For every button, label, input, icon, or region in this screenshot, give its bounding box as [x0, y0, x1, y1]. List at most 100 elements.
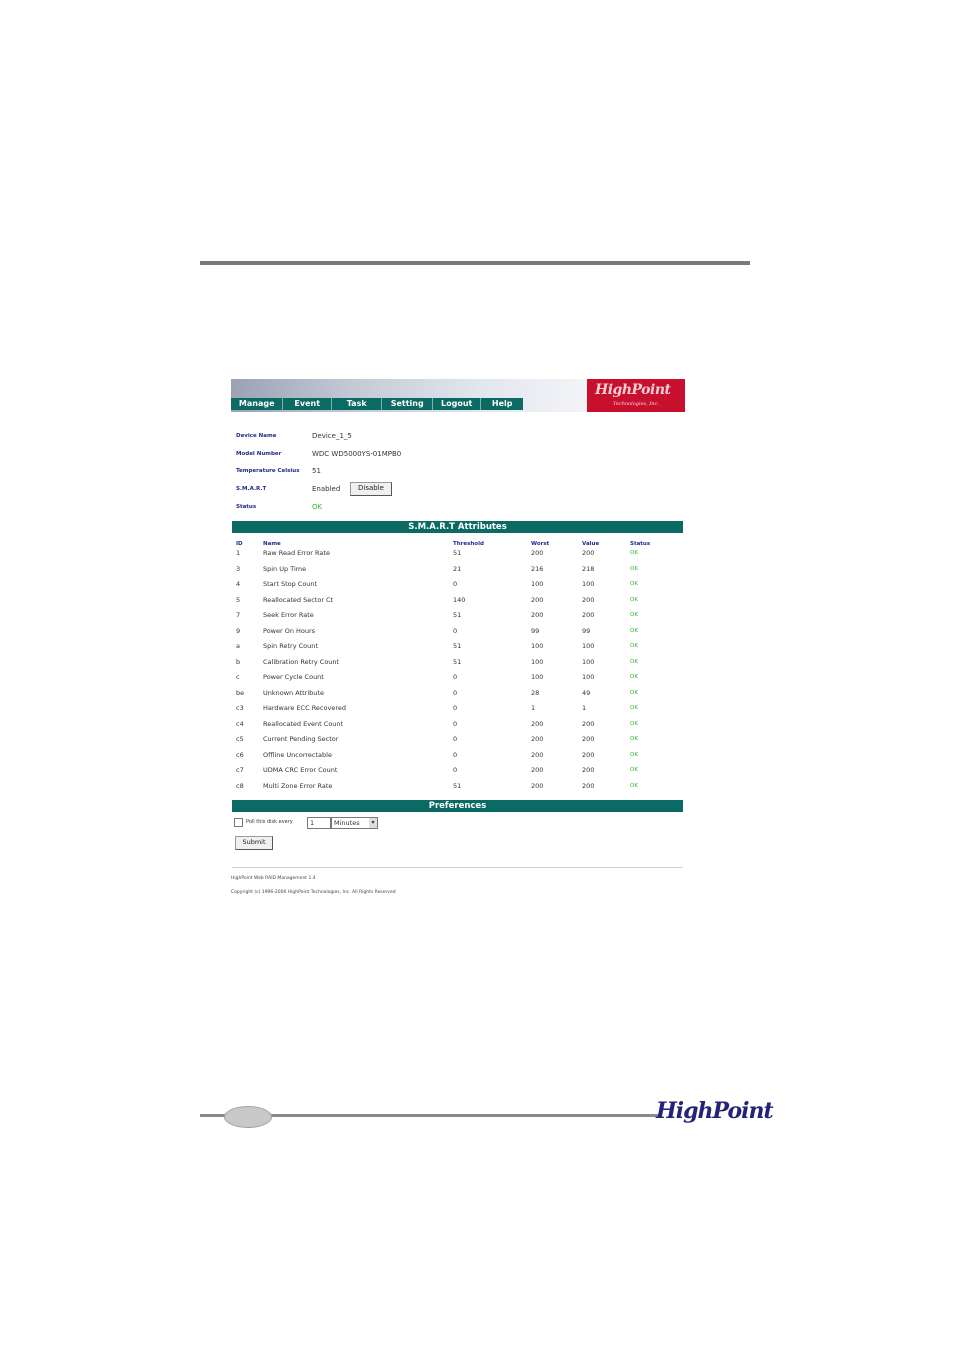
brand-logo: HighPoint Technologies, Inc. — [587, 379, 685, 412]
cell-value: 99 — [582, 626, 591, 635]
cell-name: Power Cycle Count — [263, 673, 324, 681]
device-name-value: Device_1_5 — [312, 432, 352, 440]
cell-value: 200 — [582, 595, 595, 604]
cell-id: c8 — [236, 781, 244, 790]
cell-value: 100 — [582, 642, 595, 650]
smart-table-body: 1 Raw Read Error Rate 51 200 200 OK 3 Spin Up T… — [232, 548, 683, 796]
cell-threshold: 0 — [453, 750, 458, 759]
cell-name: Reallocated Event Count — [263, 719, 344, 728]
table-row: a Spin Retry Count 51 100 100 OK — [232, 641, 683, 657]
cell-id: c — [236, 673, 240, 681]
disable-smart-button[interactable]: Disable — [350, 482, 392, 496]
cell-worst: 1 — [531, 704, 536, 712]
cell-worst: 200 — [531, 611, 544, 619]
cell-worst: 200 — [531, 781, 544, 790]
cell-name: Start Stop Count — [263, 580, 318, 588]
nav-setting[interactable]: Setting — [382, 398, 433, 410]
cell-status: OK — [630, 565, 638, 572]
cell-status: OK — [630, 689, 638, 696]
status-value: OK — [312, 503, 323, 511]
smart-attributes-header: S.M.A.R.T Attributes — [232, 521, 683, 533]
cell-name: Raw Read Error Rate — [263, 549, 330, 557]
table-row: 4 Start Stop Count 0 100 100 OK — [232, 579, 683, 595]
cell-worst: 200 — [531, 719, 544, 728]
cell-worst: 100 — [531, 657, 544, 666]
table-row: c4 Reallocated Event Count 0 200 200 OK — [232, 719, 683, 735]
model-number-label: Model Number — [236, 451, 282, 457]
cell-worst: 28 — [531, 688, 540, 697]
cell-status: OK — [630, 705, 638, 711]
table-row: c8 Multi Zone Error Rate 51 200 200 OK — [232, 781, 683, 797]
poll-unit-value: Minutes — [334, 819, 360, 827]
cell-worst: 200 — [531, 595, 544, 604]
smart-label: S.M.A.R.T — [236, 486, 267, 492]
cell-threshold: 0 — [453, 626, 458, 635]
nav-help[interactable]: Help — [481, 398, 523, 410]
table-row: c Power Cycle Count 0 100 100 OK — [232, 672, 683, 688]
cell-id: 1 — [236, 549, 241, 557]
cell-status: OK — [630, 782, 638, 789]
cell-threshold: 0 — [453, 766, 458, 774]
cell-threshold: 0 — [453, 688, 458, 697]
cell-name: Spin Retry Count — [263, 642, 318, 650]
cell-value: 218 — [582, 564, 595, 573]
table-row: be Unknown Attribute 0 28 49 OK — [232, 688, 683, 704]
cell-name: Offline Uncorrectable — [263, 750, 332, 759]
cell-status: OK — [630, 581, 638, 587]
nav-event[interactable]: Event — [283, 398, 332, 410]
preferences-header: Preferences — [232, 800, 683, 812]
table-row: 7 Seek Error Rate 51 200 200 OK — [232, 610, 683, 626]
nav-logout[interactable]: Logout — [433, 398, 482, 410]
cell-id: 4 — [236, 580, 241, 588]
nav-task[interactable]: Task — [332, 398, 383, 410]
cell-value: 200 — [582, 719, 595, 728]
cell-status: OK — [630, 736, 638, 742]
table-row: b Calibration Retry Count 51 100 100 OK — [232, 657, 683, 673]
cell-id: c6 — [236, 750, 244, 759]
nav-manage[interactable]: Manage — [231, 398, 284, 410]
cell-value: 200 — [582, 781, 595, 790]
cell-status: OK — [630, 627, 638, 634]
submit-button[interactable]: Submit — [235, 836, 273, 850]
cell-value: 100 — [582, 580, 595, 588]
cell-id: 3 — [236, 564, 241, 573]
cell-name: Unknown Attribute — [263, 688, 324, 697]
smart-table: ID Name Threshold Worst Value Status 1 Ra… — [232, 539, 683, 796]
poll-interval-input[interactable]: 1 — [307, 817, 331, 829]
page-number-oval — [224, 1106, 272, 1128]
cell-worst: 100 — [531, 642, 544, 650]
model-number-value: WDC WD5000YS-01MPB0 — [312, 450, 402, 458]
chevron-down-icon: ▾ — [369, 818, 377, 828]
cell-worst: 216 — [531, 564, 544, 573]
cell-name: Calibration Retry Count — [263, 657, 340, 666]
cell-value: 49 — [582, 688, 591, 697]
cell-value: 200 — [582, 611, 595, 619]
poll-label: Poll this disk every — [246, 819, 293, 825]
cell-status: OK — [630, 751, 638, 758]
table-row: 9 Power On Hours 0 99 99 OK — [232, 626, 683, 642]
cell-threshold: 51 — [453, 549, 462, 557]
table-row: c7 UDMA CRC Error Count 0 200 200 OK — [232, 765, 683, 781]
top-rule — [200, 261, 750, 265]
cell-status: OK — [630, 596, 638, 603]
cell-status: OK — [630, 767, 638, 773]
cell-name: Reallocated Sector Ct — [263, 595, 334, 604]
preferences-form: Poll this disk every 1 Minutes ▾ — [234, 817, 674, 831]
cell-threshold: 51 — [453, 781, 462, 790]
cell-status: OK — [630, 674, 638, 680]
poll-unit-select[interactable]: Minutes ▾ — [331, 817, 378, 829]
footer-rule — [232, 867, 683, 868]
cell-worst: 100 — [531, 580, 544, 588]
brand-subtitle: Technologies, Inc. — [613, 401, 659, 407]
cell-id: c4 — [236, 719, 244, 728]
cell-threshold: 0 — [453, 704, 458, 712]
cell-id: c5 — [236, 735, 244, 743]
poll-checkbox[interactable] — [234, 818, 243, 827]
table-row: 3 Spin Up Time 21 216 218 OK — [232, 564, 683, 580]
cell-threshold: 21 — [453, 564, 462, 573]
cell-id: 5 — [236, 595, 241, 604]
product-name: HighPoint Web RAID Management 1.4 — [231, 876, 316, 881]
cell-name: Spin Up Time — [263, 564, 307, 573]
cell-name: Hardware ECC Recovered — [263, 704, 346, 712]
smart-value: Enabled — [312, 485, 341, 493]
